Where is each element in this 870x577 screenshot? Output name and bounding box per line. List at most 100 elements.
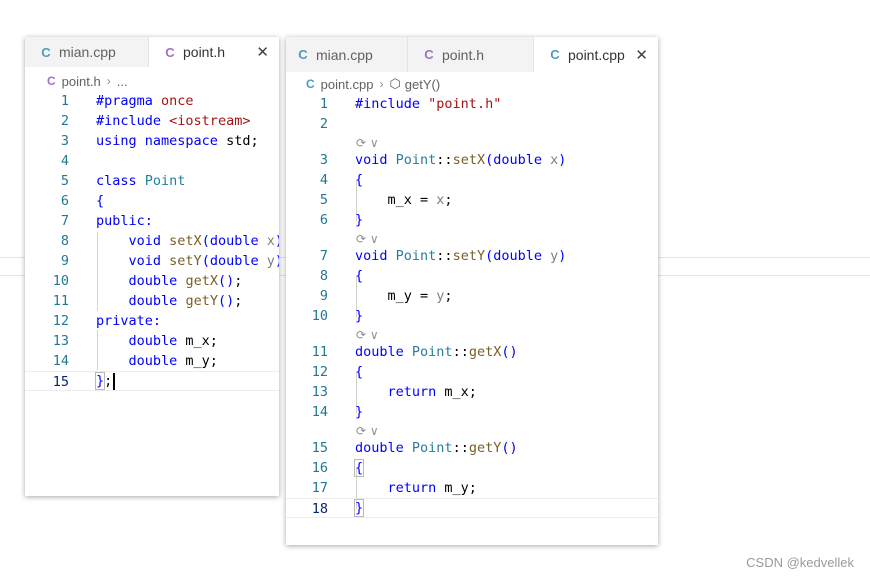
line-number: 16: [311, 460, 328, 476]
code-text: m_y = y;: [355, 288, 453, 304]
code-text: void Point::setY(double y): [355, 248, 567, 264]
code-line: 10 }: [286, 306, 658, 326]
code-text: return m_y;: [387, 480, 477, 496]
code-text: double getX();: [128, 273, 243, 289]
line-number: 5: [319, 192, 328, 208]
code-line: 12 {: [286, 362, 658, 382]
code-line: 8 void setX(double x);: [25, 231, 279, 251]
tab-point-h[interactable]: C point.h: [408, 37, 534, 72]
code-line: 4 {: [286, 170, 658, 190]
code-line: 13 return m_x;: [286, 382, 658, 402]
code-text: double getY();: [128, 293, 243, 309]
code-text: double m_y;: [128, 353, 218, 369]
line-number: 6: [319, 212, 328, 228]
tab-mian-cpp[interactable]: C mian.cpp: [286, 37, 408, 72]
code-text: void setY(double y);: [128, 253, 279, 269]
code-line: 13 double m_x;: [25, 331, 279, 351]
current-line: 15 };: [25, 371, 279, 391]
code-line: 9 void setY(double y);: [25, 251, 279, 271]
code-line: 11 double getY();: [25, 291, 279, 311]
code-text: using namespace std;: [96, 133, 259, 149]
code-text: {: [96, 193, 105, 209]
code-line: 12 private:: [25, 311, 279, 331]
line-number: 3: [60, 133, 69, 149]
current-line: 18 }: [286, 498, 658, 518]
line-number: 4: [60, 153, 69, 169]
code-text: #include <iostream>: [96, 113, 251, 129]
line-number: 15: [52, 374, 69, 390]
code-text: {: [353, 459, 365, 477]
line-number: 11: [311, 344, 328, 360]
breadcrumb-symbol[interactable]: getY(): [405, 77, 440, 92]
code-line: 10 double getX();: [25, 271, 279, 291]
breadcrumb-file[interactable]: point.cpp: [321, 77, 374, 92]
line-number: 10: [52, 273, 69, 289]
code-text: private:: [96, 313, 162, 329]
code-text: double Point::getX(): [355, 344, 518, 360]
code-text: void Point::setX(double x): [355, 152, 567, 168]
close-icon[interactable]: ✕: [635, 46, 648, 64]
code-line: 5 class Point: [25, 171, 279, 191]
tab-mian-cpp[interactable]: C mian.cpp: [25, 37, 149, 67]
line-number: 18: [311, 501, 328, 517]
code-line: 6 }: [286, 210, 658, 230]
code-text: double m_x;: [128, 333, 218, 349]
code-text: }: [355, 404, 364, 420]
left-editor-window: C mian.cpp C point.h ✕ C point.h › ... 1…: [25, 37, 279, 496]
chevron-right-icon: ›: [379, 77, 384, 91]
code-line: 1 #include "point.h": [286, 94, 658, 114]
left-code-area[interactable]: 1 #pragma once 2 #include <iostream> 3 u…: [25, 91, 279, 496]
line-number: 15: [311, 440, 328, 456]
code-line: 3 using namespace std;: [25, 131, 279, 151]
code-text: #include "point.h": [355, 96, 502, 112]
code-line: 11 double Point::getX(): [286, 342, 658, 362]
tab-label: point.h: [183, 44, 226, 60]
code-text: {: [355, 364, 364, 380]
code-text: {: [355, 268, 364, 284]
line-number: 1: [319, 96, 328, 112]
chevron-right-icon: ›: [106, 74, 111, 88]
breadcrumb: C point.cpp › ⬡ getY(): [286, 74, 658, 94]
tab-label: mian.cpp: [59, 44, 116, 60]
right-code-area[interactable]: 1 #include "point.h" 2 ⟳ ∨ 3 void Point:…: [286, 94, 658, 545]
line-number: 12: [311, 364, 328, 380]
codelens-icon[interactable]: ⟳ ∨: [356, 136, 379, 150]
right-editor-window: C mian.cpp C point.h C point.cpp ✕ C poi…: [286, 37, 658, 545]
code-text: };: [94, 371, 116, 391]
watermark: CSDN @kedvellek: [746, 555, 854, 570]
code-line: 14 double m_y;: [25, 351, 279, 371]
tab-label: point.cpp: [568, 46, 625, 63]
code-line: 7 void Point::setY(double y): [286, 246, 658, 266]
cpp-file-icon: C: [550, 47, 560, 62]
code-line: 15 double Point::getY(): [286, 438, 658, 458]
line-number: 2: [60, 113, 69, 129]
code-line: 2 #include <iostream>: [25, 111, 279, 131]
codelens-icon[interactable]: ⟳ ∨: [356, 232, 379, 246]
code-text: void setX(double x);: [128, 233, 279, 249]
close-icon[interactable]: ✕: [256, 43, 269, 61]
method-icon: ⬡: [389, 76, 401, 91]
breadcrumb-file[interactable]: point.h: [62, 74, 101, 89]
code-line: 8 {: [286, 266, 658, 286]
line-number: 8: [60, 233, 69, 249]
tab-label: mian.cpp: [316, 46, 373, 63]
tab-point-h[interactable]: C point.h ✕: [149, 37, 279, 67]
tab-point-cpp[interactable]: C point.cpp ✕: [534, 37, 658, 72]
line-number: 7: [60, 213, 69, 229]
code-line: 14 }: [286, 402, 658, 422]
line-number: 12: [52, 313, 69, 329]
code-text: #pragma once: [96, 93, 194, 109]
header-file-icon: C: [47, 74, 56, 88]
line-number: 11: [52, 293, 69, 309]
line-number: 14: [311, 404, 328, 420]
codelens-icon[interactable]: ⟳ ∨: [356, 424, 379, 438]
header-file-icon: C: [424, 47, 434, 62]
code-line: 6 {: [25, 191, 279, 211]
code-line: 4: [25, 151, 279, 171]
code-text: {: [355, 172, 364, 188]
breadcrumb-rest[interactable]: ...: [117, 74, 128, 89]
codelens-icon[interactable]: ⟳ ∨: [356, 328, 379, 342]
breadcrumb: C point.h › ...: [25, 71, 279, 91]
code-line: 3 void Point::setX(double x): [286, 150, 658, 170]
left-tab-bar: C mian.cpp C point.h ✕: [25, 37, 279, 67]
